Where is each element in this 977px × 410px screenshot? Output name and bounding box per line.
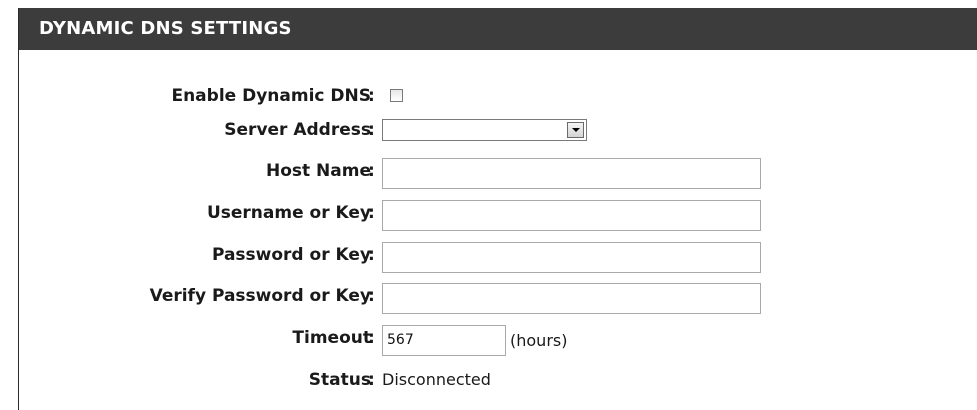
separator-colon: : (368, 245, 375, 265)
section-header: DYNAMIC DNS SETTINGS (19, 8, 977, 50)
chevron-down-icon[interactable] (567, 122, 584, 138)
host-name-input[interactable] (382, 158, 761, 189)
row-timeout: Timeout : 567 (hours) (19, 325, 959, 356)
status-value: Disconnected (382, 370, 491, 389)
host-name-label: Host Name (265, 161, 371, 181)
username-label: Username or Key (206, 203, 371, 223)
verify-password-input[interactable] (382, 283, 761, 314)
status-label: Status (308, 370, 371, 390)
row-enable-ddns: Enable Dynamic DNS : (19, 83, 959, 109)
row-password: Password or Key : (19, 242, 959, 273)
password-input[interactable] (382, 242, 761, 273)
separator-colon: : (368, 370, 375, 390)
separator-colon: : (368, 120, 375, 140)
enable-ddns-label: Enable Dynamic DNS (171, 86, 371, 106)
enable-ddns-checkbox[interactable] (390, 89, 403, 102)
row-status: Status : Disconnected (19, 367, 959, 393)
password-label: Password or Key (211, 245, 371, 265)
row-username: Username or Key : (19, 200, 959, 231)
separator-colon: : (368, 161, 375, 181)
verify-password-label: Verify Password or Key (149, 286, 371, 306)
timeout-label: Timeout (292, 328, 371, 348)
timeout-unit: (hours) (510, 331, 568, 350)
row-verify-password: Verify Password or Key : (19, 283, 959, 314)
username-input[interactable] (382, 200, 761, 231)
dynamic-dns-panel: DYNAMIC DNS SETTINGS Enable Dynamic DNS … (18, 8, 977, 410)
server-address-label: Server Address (224, 120, 371, 140)
separator-colon: : (368, 203, 375, 223)
server-address-select[interactable] (382, 119, 587, 141)
row-host-name: Host Name : (19, 158, 959, 189)
timeout-input[interactable]: 567 (382, 325, 506, 356)
separator-colon: : (368, 286, 375, 306)
row-server-address: Server Address : (19, 117, 959, 143)
separator-colon: : (368, 328, 375, 348)
separator-colon: : (368, 86, 375, 106)
